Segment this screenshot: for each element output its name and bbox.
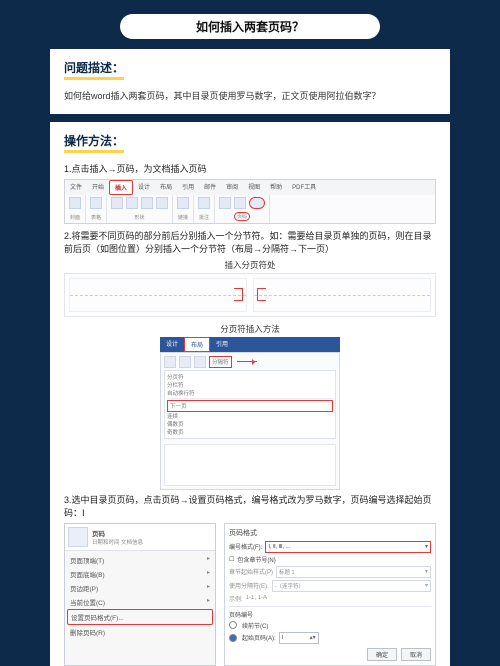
- problem-panel: 问题描述： 如何给word插入两套页码，其中目录页使用罗马数字，正文页使用阿拉伯…: [50, 49, 450, 114]
- problem-text: 如何给word插入两套页码，其中目录页使用罗马数字，正文页使用阿拉伯数字？: [64, 90, 436, 104]
- tab-view[interactable]: 视图: [243, 180, 265, 195]
- tab-file[interactable]: 文件: [65, 180, 87, 195]
- include-chapter-check[interactable]: ☐: [229, 556, 234, 563]
- cancel-button[interactable]: 取消: [401, 648, 431, 661]
- mi-margins[interactable]: 页边距(P)▸: [67, 581, 213, 595]
- bracket-left-icon: [234, 288, 243, 301]
- tab-help[interactable]: 帮助: [265, 180, 287, 195]
- num-format-label: 编号格式(F):: [229, 542, 262, 551]
- orientation-icon[interactable]: [179, 356, 191, 368]
- section-break-figure: 设计 布局 引用 分隔符 分页符 分栏符 自动换行符 下一页: [160, 337, 340, 490]
- ribbon-body: 封面 表格 形状 链接 批注 页码: [65, 195, 435, 223]
- breaks-button[interactable]: 分隔符: [209, 356, 232, 368]
- chart-icon[interactable]: [156, 197, 168, 209]
- caption-section: 分页符插入方法: [64, 323, 436, 335]
- page-title: 如何插入两套页码？: [120, 14, 380, 39]
- opt-evenpage[interactable]: 偶数页: [167, 420, 333, 428]
- subtab-layout[interactable]: 布局: [184, 337, 210, 352]
- tab-home[interactable]: 开始: [87, 180, 109, 195]
- comment-icon[interactable]: [198, 197, 210, 209]
- smartart-icon[interactable]: [141, 197, 153, 209]
- page-number-format-dialog: 页码格式 编号格式(F): Ⅰ, Ⅱ, Ⅲ, ...▾ ☐包含章节号(N) 章节…: [224, 523, 436, 666]
- subtab-ref[interactable]: 引用: [210, 337, 234, 352]
- mi-remove[interactable]: 删除页码(R): [67, 625, 213, 639]
- word-ribbon: 文件 开始 插入 设计 布局 引用 邮件 审阅 视图 帮助 PDF工具 封面 表…: [64, 179, 436, 224]
- opt-continuous[interactable]: 连续: [167, 412, 333, 420]
- step-3: 3.选中目录页页码，点击页码→设置页码格式，编号格式改为罗马数字，页码编号选择起…: [64, 494, 436, 520]
- tab-review[interactable]: 审阅: [221, 180, 243, 195]
- break-position-figure: [64, 273, 436, 317]
- size-icon[interactable]: [194, 356, 206, 368]
- dialog-title: 页码格式: [229, 528, 431, 538]
- header-icon[interactable]: [219, 197, 231, 209]
- caption-break: 插入分页符处: [64, 259, 436, 271]
- opt-pagebreak[interactable]: 分页符: [167, 373, 333, 381]
- radio-startat[interactable]: [229, 634, 237, 642]
- opt-column[interactable]: 分栏符: [167, 381, 333, 389]
- subtab-design[interactable]: 设计: [160, 337, 184, 352]
- link-icon[interactable]: [177, 197, 189, 209]
- mi-bottom[interactable]: 页面底端(B)▸: [67, 567, 213, 581]
- chevron-down-icon: ▾: [425, 543, 428, 550]
- num-format-select[interactable]: Ⅰ, Ⅱ, Ⅲ, ...▾: [265, 541, 431, 553]
- opt-nextpage[interactable]: 下一页: [167, 400, 333, 412]
- numbering-label: 页码编号: [229, 610, 431, 619]
- radio-continue[interactable]: [229, 621, 237, 629]
- page-number-icon[interactable]: [249, 197, 265, 209]
- step3-figure: 页码 日期和时间 文档信息 页面顶端(T)▸ 页面底端(B)▸ 页边距(P)▸ …: [64, 523, 436, 666]
- opt-oddpage[interactable]: 奇数页: [167, 428, 333, 436]
- tab-references[interactable]: 引用: [177, 180, 199, 195]
- problem-heading: 问题描述：: [64, 59, 124, 80]
- page-number-big-icon[interactable]: [68, 527, 88, 547]
- cover-icon[interactable]: [69, 197, 81, 209]
- picture-icon[interactable]: [111, 197, 123, 209]
- method-heading: 操作方法：: [64, 132, 124, 153]
- tab-insert[interactable]: 插入: [109, 180, 133, 195]
- step-1: 1.点击插入→页码，为文档插入页码: [64, 163, 436, 176]
- method-panel: 操作方法： 1.点击插入→页码，为文档插入页码 文件 开始 插入 设计 布局 引…: [50, 122, 450, 666]
- tab-layout[interactable]: 布局: [155, 180, 177, 195]
- tab-pdf[interactable]: PDF工具: [287, 180, 321, 195]
- margins-icon[interactable]: [164, 356, 176, 368]
- opt-textwrap[interactable]: 自动换行符: [167, 389, 333, 397]
- ok-button[interactable]: 确定: [367, 648, 397, 661]
- start-at-input[interactable]: Ⅰ▴▾: [279, 632, 319, 644]
- page-number-menu: 页码 日期和时间 文档信息 页面顶端(T)▸ 页面底端(B)▸ 页边距(P)▸ …: [64, 523, 216, 666]
- ribbon-tabs: 文件 开始 插入 设计 布局 引用 邮件 审阅 视图 帮助 PDF工具: [65, 180, 435, 195]
- footer-icon[interactable]: [234, 197, 246, 209]
- mi-top[interactable]: 页面顶端(T)▸: [67, 553, 213, 567]
- mi-format[interactable]: 设置页码格式(F)...: [67, 609, 213, 625]
- doc-preview: [164, 444, 336, 486]
- bracket-right-icon: [257, 288, 266, 301]
- mi-current[interactable]: 当前位置(C)▸: [67, 595, 213, 609]
- tab-design[interactable]: 设计: [133, 180, 155, 195]
- tab-mailings[interactable]: 邮件: [199, 180, 221, 195]
- shapes-icon[interactable]: [126, 197, 138, 209]
- step-2: 2.将需要不同页码的部分前后分别插入一个分节符。如：需要给目录页单独的页码，则在…: [64, 230, 436, 256]
- arrow-icon: [237, 361, 257, 363]
- table-icon[interactable]: [90, 197, 102, 209]
